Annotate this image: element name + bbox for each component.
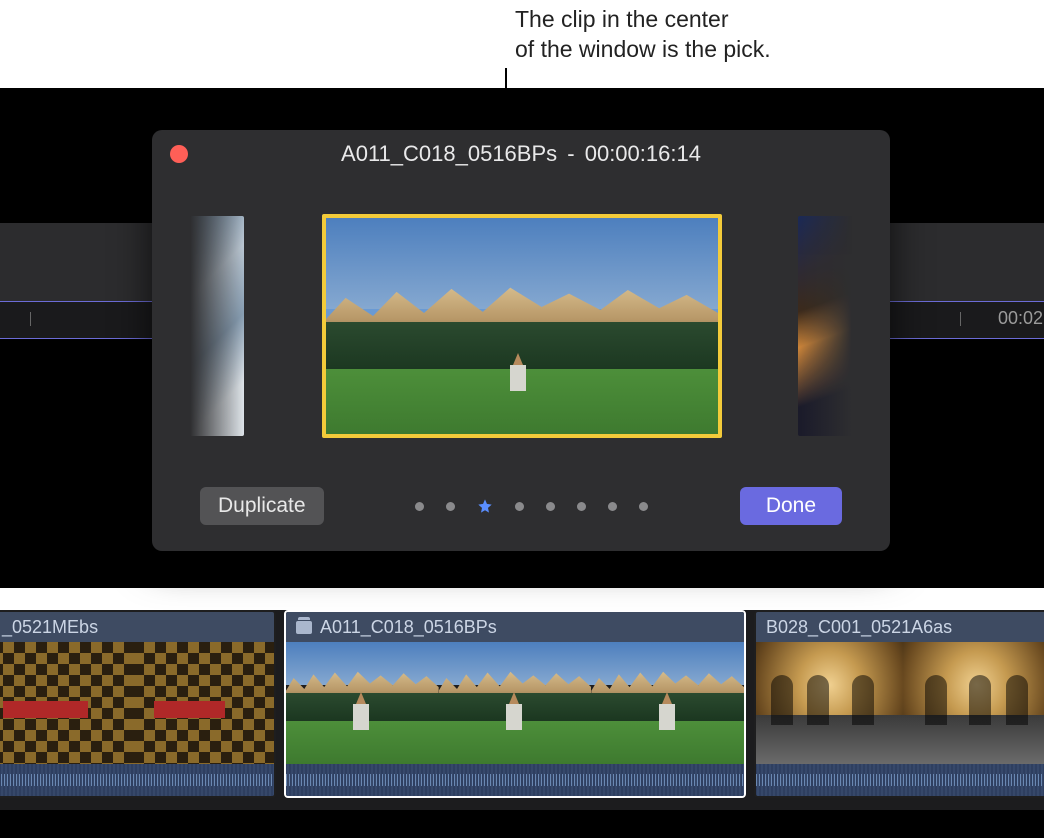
audition-footer: Duplicate Done: [152, 474, 890, 538]
bottom-border: [0, 810, 1044, 838]
ruler-tick: [960, 312, 961, 326]
pager-dot[interactable]: [639, 502, 648, 511]
audition-window: A011_C018_0516BPs - 00:00:16:14 Duplicat…: [152, 130, 890, 551]
pager-dot[interactable]: [415, 502, 424, 511]
audio-waveform: [756, 764, 1044, 796]
browser-clip[interactable]: _0521MEbs: [0, 610, 276, 798]
annotation-text: The clip in the center of the window is …: [515, 4, 771, 64]
pager-dot[interactable]: [577, 502, 586, 511]
audition-titlebar[interactable]: A011_C018_0516BPs - 00:00:16:14: [152, 130, 890, 178]
pager-dot[interactable]: [608, 502, 617, 511]
browser-clip[interactable]: B028_C001_0521A6as: [754, 610, 1044, 798]
star-icon[interactable]: [477, 498, 493, 514]
clip-label: B028_C001_0521A6as: [756, 612, 1044, 642]
audition-filmstrip[interactable]: [152, 178, 890, 474]
audition-thumb-prev[interactable]: [190, 216, 244, 436]
audition-pager[interactable]: [415, 498, 648, 514]
close-icon[interactable]: [170, 145, 188, 163]
audio-waveform: [286, 764, 744, 796]
clip-browser[interactable]: _0521MEbs A011_C018_0516BPs B028_C001_05…: [0, 610, 1044, 810]
pager-dot[interactable]: [446, 502, 455, 511]
ruler-time-label: 00:02: [998, 308, 1043, 329]
ruler-tick: [30, 312, 31, 326]
clip-label: A011_C018_0516BPs: [286, 612, 744, 642]
pager-dot[interactable]: [515, 502, 524, 511]
done-button[interactable]: Done: [740, 487, 842, 525]
duplicate-button[interactable]: Duplicate: [200, 487, 324, 525]
browser-clip-selected[interactable]: A011_C018_0516BPs: [284, 610, 746, 798]
pager-dot[interactable]: [546, 502, 555, 511]
audition-title: A011_C018_0516BPs - 00:00:16:14: [152, 141, 890, 167]
audio-waveform: [0, 764, 274, 796]
clip-label: _0521MEbs: [0, 612, 274, 642]
audition-thumb-pick[interactable]: [322, 214, 722, 438]
audition-thumb-next[interactable]: [798, 216, 852, 436]
audition-stack-icon: [296, 621, 312, 634]
